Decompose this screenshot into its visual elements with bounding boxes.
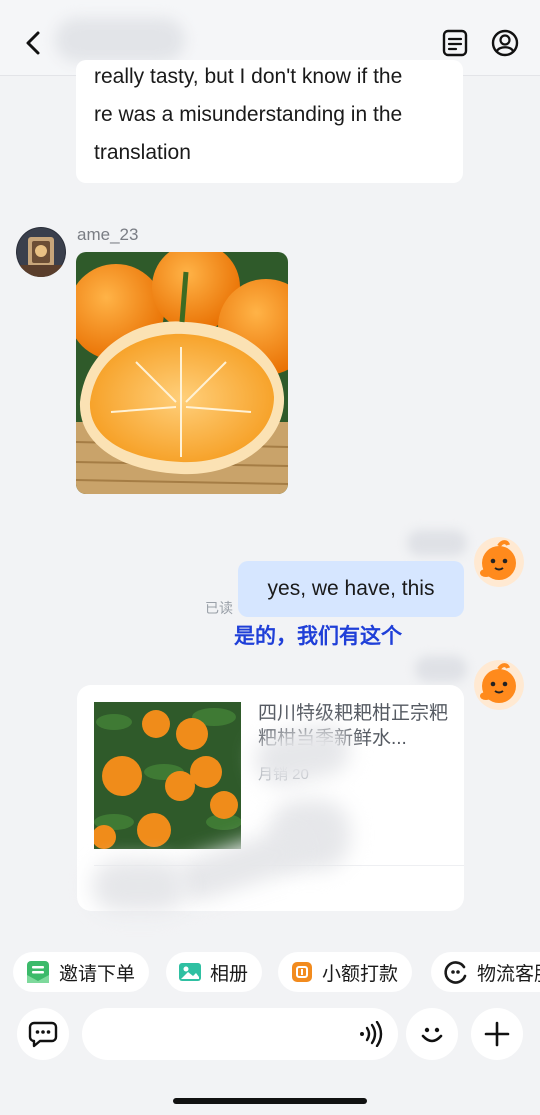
sender-name: ame_23 [77, 225, 139, 244]
incoming-photo[interactable] [76, 252, 288, 494]
smiley-icon [421, 1027, 443, 1043]
message-line: re was a misunderstanding in the [94, 103, 403, 126]
album-chip[interactable]: 相册 [166, 952, 263, 992]
invite-order-icon [27, 961, 49, 983]
chip-label: 物流客服 [477, 963, 540, 985]
quick-reply-button[interactable] [17, 1008, 69, 1060]
own-avatar[interactable] [474, 537, 524, 587]
user-circle-icon [491, 29, 519, 57]
translation-text: 是的，我们有这个 [234, 625, 402, 648]
outgoing-text-message[interactable]: yes, we have, this [238, 561, 464, 617]
album-icon [179, 963, 201, 981]
chat-bubble-icon [28, 1021, 58, 1048]
document-list-icon [442, 29, 468, 57]
own-name-blurred [407, 530, 467, 556]
add-button[interactable] [471, 1008, 523, 1060]
voice-button[interactable] [356, 1020, 386, 1048]
voice-wave-icon [360, 1021, 383, 1047]
back-button[interactable] [18, 26, 48, 60]
emoji-button[interactable] [406, 1008, 458, 1060]
message-line: really tasty, but I don't know if the [94, 65, 403, 88]
blur-overlay [92, 860, 187, 912]
quick-action-bar: 邀请下单 相册 小额打款 物流客服 [0, 940, 540, 1002]
logistics-service-chip[interactable]: 物流客服 [431, 952, 540, 992]
profile-button[interactable] [488, 26, 522, 60]
invite-order-chip[interactable]: 邀请下单 [13, 952, 150, 992]
payment-chip[interactable]: 小额打款 [278, 952, 413, 992]
message-line: translation [94, 141, 191, 164]
message-input[interactable] [82, 1008, 398, 1060]
product-image[interactable] [94, 702, 241, 849]
contact-name-blurred [55, 18, 185, 62]
own-avatar[interactable] [474, 660, 524, 710]
plus-icon [484, 1021, 510, 1047]
read-status: 已读 [205, 600, 233, 616]
incoming-text-message[interactable]: really tasty, but I don't know if the re… [76, 60, 463, 183]
payment-icon [292, 962, 312, 982]
chip-label: 小额打款 [322, 963, 399, 985]
order-list-button[interactable] [438, 26, 472, 60]
logistics-service-icon [444, 961, 467, 984]
home-indicator [173, 1098, 367, 1104]
own-name-blurred [415, 656, 467, 682]
message-text: yes, we have, this [267, 577, 435, 600]
sender-avatar[interactable] [16, 227, 66, 277]
chip-label: 邀请下单 [59, 963, 136, 985]
chevron-left-icon [26, 31, 40, 55]
chip-label: 相册 [210, 963, 249, 985]
